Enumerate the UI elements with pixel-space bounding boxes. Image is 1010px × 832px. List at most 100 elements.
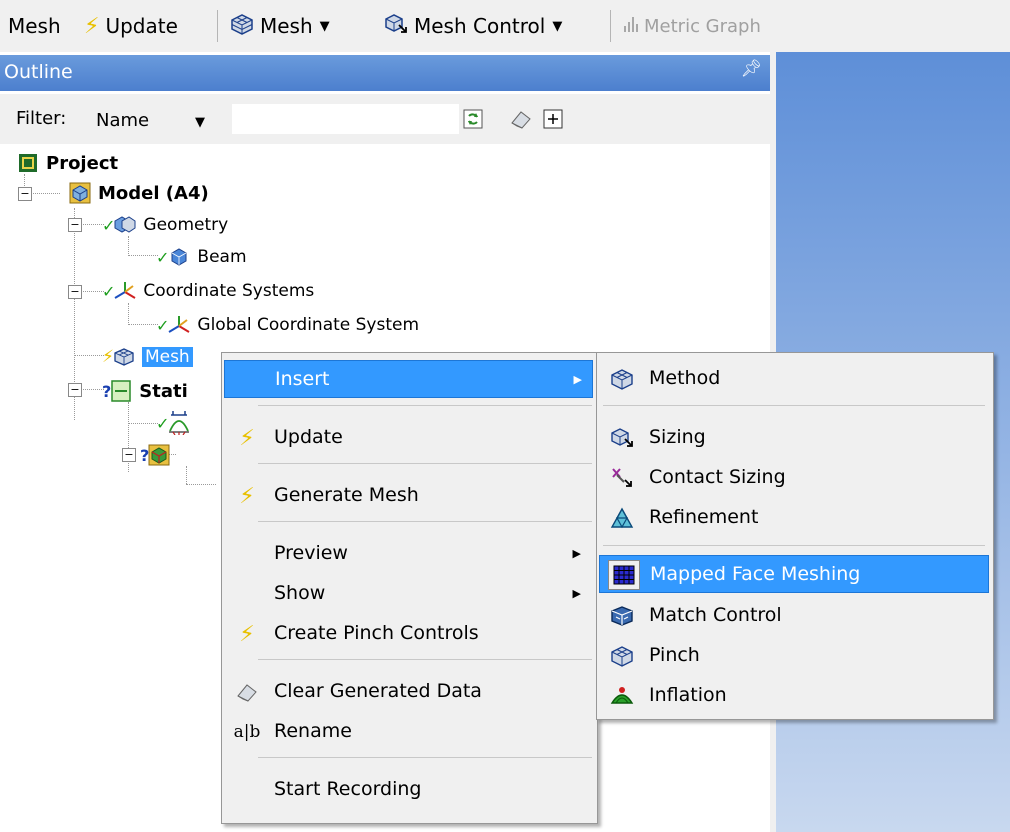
tree-item-global-coordinate-system[interactable]: ✓ Global Coordinate System xyxy=(156,310,419,340)
match-control-icon xyxy=(609,603,635,629)
menu-item-label: Generate Mesh xyxy=(274,484,419,506)
tree-item-static-structural[interactable]: ? Stati xyxy=(102,376,188,406)
menu-item-start-recording[interactable]: Start Recording xyxy=(224,771,591,807)
submenu-item-contact-sizing[interactable]: Contact Sizing xyxy=(599,459,987,495)
pin-icon[interactable]: 📌︎ xyxy=(740,59,762,79)
submenu-item-pinch[interactable]: Pinch xyxy=(599,637,987,673)
tree-item-model[interactable]: Model (A4) xyxy=(68,178,209,208)
menu-item-label: Start Recording xyxy=(274,778,422,800)
mesh-icon xyxy=(112,345,136,369)
tree-item-mesh[interactable]: ⚡ Mesh xyxy=(102,342,193,372)
bar-chart-icon xyxy=(622,14,642,39)
mesh-icon xyxy=(230,13,254,40)
menu-item-update[interactable]: ⚡ Update xyxy=(224,419,591,455)
lightning-bolt-icon: ⚡ xyxy=(239,621,255,647)
menu-item-label: Pinch xyxy=(649,644,700,666)
menu-separator xyxy=(603,405,985,406)
refresh-icon[interactable] xyxy=(460,106,486,132)
outline-title: Outline xyxy=(4,61,73,83)
menu-item-label: Rename xyxy=(274,720,352,742)
menu-item-rename[interactable]: a|b Rename xyxy=(224,713,591,749)
tree-connector xyxy=(186,466,187,484)
mesh-control-icon xyxy=(384,13,408,40)
model-icon xyxy=(68,181,92,205)
rename-icon: a|b xyxy=(233,722,261,742)
tree-item-label: Coordinate Systems xyxy=(143,281,315,301)
submenu-item-sizing[interactable]: Sizing xyxy=(599,419,987,455)
outline-filter-bar: Filter: Name ▼ xyxy=(0,94,770,144)
mesh-control-dropdown-button[interactable]: Mesh Control ▼ xyxy=(384,12,562,40)
menu-item-label: Insert xyxy=(275,368,330,390)
tree-item-project[interactable]: Project xyxy=(16,148,118,178)
mesh-dropdown-label: Mesh xyxy=(260,14,313,38)
submenu-item-mapped-face-meshing[interactable]: Mapped Face Meshing xyxy=(599,555,989,593)
tree-item-label: Mesh xyxy=(141,347,193,367)
tree-item-solution[interactable]: ? xyxy=(140,440,177,470)
analysis-icon xyxy=(109,379,133,403)
menu-item-insert[interactable]: Insert ▶ xyxy=(224,360,593,398)
tree-connector xyxy=(128,255,158,256)
mesh-control-label: Mesh Control xyxy=(414,14,546,38)
tree-connector xyxy=(128,423,158,424)
menu-separator xyxy=(258,757,592,758)
tree-connector xyxy=(80,389,104,390)
collapse-toggle[interactable]: − xyxy=(122,448,136,462)
update-button[interactable]: ⚡ Update xyxy=(84,12,178,40)
tree-connector xyxy=(186,484,216,485)
chevron-right-icon: ▶ xyxy=(573,372,582,386)
filter-search-input[interactable] xyxy=(232,104,459,134)
tree-item-label: Geometry xyxy=(143,215,229,235)
chevron-right-icon: ▶ xyxy=(572,586,581,600)
eraser-icon[interactable] xyxy=(508,106,534,132)
submenu-item-refinement[interactable]: Refinement xyxy=(599,499,987,535)
menu-item-label: Method xyxy=(649,367,721,389)
menu-separator xyxy=(258,659,592,660)
menu-item-label: Inflation xyxy=(649,684,727,706)
chevron-down-icon: ▼ xyxy=(319,18,330,34)
filter-type-select[interactable]: Name ▼ xyxy=(96,110,226,131)
filter-type-value: Name xyxy=(96,110,150,131)
mesh-context-menu: Insert ▶ ⚡ Update ⚡ Generate Mesh Previe… xyxy=(221,352,598,824)
menu-item-preview[interactable]: Preview ▶ xyxy=(224,535,591,571)
collapse-toggle[interactable]: − xyxy=(68,218,82,232)
tree-item-label: Beam xyxy=(197,247,247,267)
lightning-bolt-icon: ⚡ xyxy=(239,483,255,509)
collapse-toggle[interactable]: − xyxy=(68,383,82,397)
tree-connector xyxy=(128,303,129,325)
submenu-item-method[interactable]: Method xyxy=(599,360,987,396)
insert-submenu: Method Sizing Contact Sizing Refinement … xyxy=(596,352,994,720)
menu-item-show[interactable]: Show ▶ xyxy=(224,575,591,611)
coordinate-system-icon xyxy=(167,313,191,337)
menu-item-generate-mesh[interactable]: ⚡ Generate Mesh xyxy=(224,477,591,513)
submenu-item-inflation[interactable]: Inflation xyxy=(599,677,987,713)
tree-item-beam[interactable]: ✓ Beam xyxy=(156,242,247,272)
submenu-item-match-control[interactable]: Match Control xyxy=(599,597,987,633)
solution-icon xyxy=(147,443,171,467)
tree-item-geometry[interactable]: ✓ Geometry xyxy=(102,210,228,240)
menu-item-label: Refinement xyxy=(649,506,759,528)
pinch-icon xyxy=(609,643,635,669)
menu-item-label: Preview xyxy=(274,542,348,564)
menu-item-label: Contact Sizing xyxy=(649,466,786,488)
menu-item-label: Match Control xyxy=(649,604,782,626)
chevron-right-icon: ▶ xyxy=(572,546,581,560)
sizing-icon xyxy=(609,425,635,451)
tree-connector xyxy=(80,224,104,225)
tree-item-coordinate-systems[interactable]: ✓ Coordinate Systems xyxy=(102,276,314,306)
collapse-toggle[interactable]: − xyxy=(68,285,82,299)
mesh-dropdown-button[interactable]: Mesh ▼ xyxy=(230,12,330,40)
menu-item-create-pinch-controls[interactable]: ⚡ Create Pinch Controls xyxy=(224,615,591,651)
expand-all-icon[interactable] xyxy=(540,106,566,132)
tree-item-label: Stati xyxy=(139,380,188,402)
tree-item-analysis-settings[interactable]: ✓ xyxy=(156,408,197,438)
menu-item-label: Mapped Face Meshing xyxy=(650,563,861,585)
mesh-toolbar: Mesh ⚡ Update Mesh ▼ Mesh Control ▼ Metr… xyxy=(0,0,1010,52)
tree-item-label: Project xyxy=(46,152,119,174)
method-icon xyxy=(609,366,635,392)
collapse-toggle[interactable]: − xyxy=(18,187,32,201)
metric-graph-label: Metric Graph xyxy=(644,15,761,37)
tree-connector xyxy=(128,324,158,325)
update-button-label: Update xyxy=(105,14,178,38)
metric-graph-button[interactable]: Metric Graph xyxy=(622,12,761,40)
menu-item-clear-generated-data[interactable]: Clear Generated Data xyxy=(224,673,591,709)
